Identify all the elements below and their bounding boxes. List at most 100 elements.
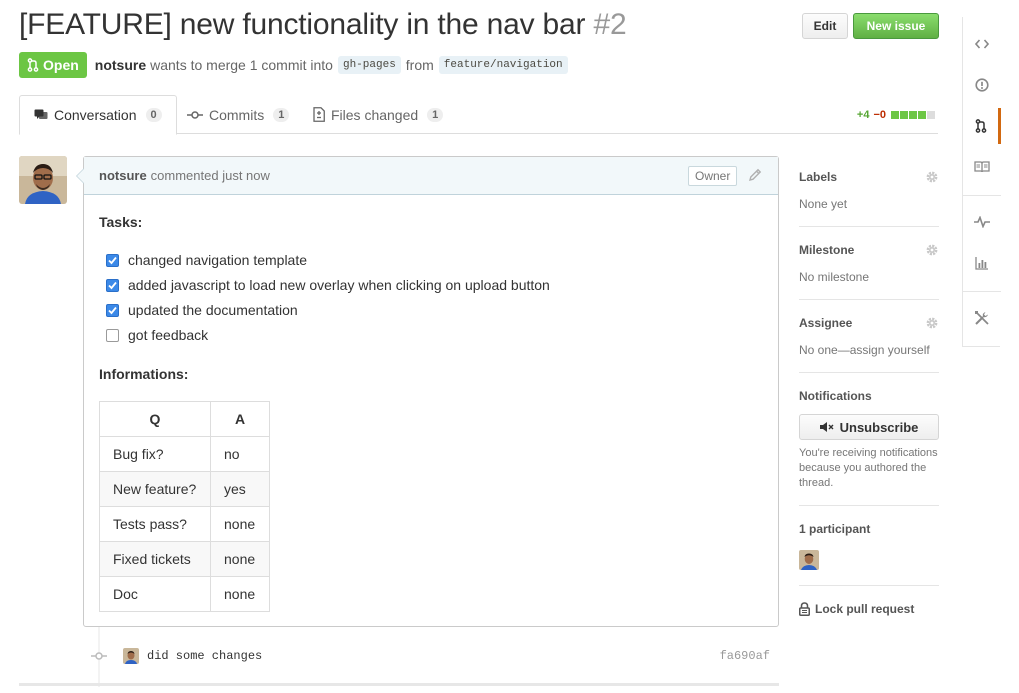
repo-nav-issues[interactable] bbox=[963, 67, 1001, 103]
repo-nav-pulse[interactable] bbox=[963, 204, 1001, 240]
table-row: Fixed tickets none bbox=[99, 541, 270, 577]
assignee-value[interactable]: No one—assign yourself bbox=[799, 343, 939, 357]
repo-nav-graphs[interactable] bbox=[963, 245, 1001, 281]
commit-author-avatar[interactable] bbox=[123, 648, 139, 664]
timeline-divider bbox=[19, 683, 779, 686]
repo-nav-pull-requests[interactable] bbox=[963, 108, 1001, 144]
task-checkbox[interactable] bbox=[106, 303, 119, 317]
code-icon bbox=[975, 39, 989, 49]
comment-header: notsure commented just now Owner bbox=[84, 157, 778, 195]
commit-message[interactable]: did some changes bbox=[147, 649, 262, 663]
git-commit-icon bbox=[187, 110, 203, 120]
labels-value: None yet bbox=[799, 197, 848, 211]
task-checkbox[interactable] bbox=[106, 253, 119, 267]
author-avatar[interactable] bbox=[19, 156, 67, 204]
task-checkbox[interactable] bbox=[106, 278, 119, 292]
tab-counter: 0 bbox=[145, 108, 162, 122]
repo-nav bbox=[962, 17, 1001, 347]
tab-label: Conversation bbox=[54, 107, 137, 123]
tab-conversation[interactable]: Conversation 0 bbox=[19, 95, 177, 135]
sidebar-milestone: Milestone No milestone bbox=[799, 243, 939, 284]
lock-pull-request-link[interactable]: Lock pull request bbox=[799, 602, 914, 616]
comment-discussion-icon bbox=[34, 108, 48, 122]
assignee-gear-icon[interactable] bbox=[925, 316, 939, 333]
from-text: from bbox=[405, 57, 434, 73]
qa-table: Q A Bug fix? no New feature? yes Tests p… bbox=[99, 401, 270, 612]
commit-sha[interactable]: fa690af bbox=[720, 649, 770, 663]
repo-nav-divider bbox=[963, 291, 1001, 292]
sidebar-participants: 1 participant bbox=[799, 522, 939, 536]
new-issue-button[interactable]: New issue bbox=[853, 13, 939, 39]
comment-author[interactable]: notsure bbox=[99, 168, 147, 183]
diffstat-block-added bbox=[900, 111, 908, 119]
sidebar-divider bbox=[799, 505, 939, 506]
sidebar-notifications: Notifications bbox=[799, 389, 939, 403]
state-badge: Open bbox=[19, 52, 87, 78]
task-item: changed navigation template bbox=[106, 251, 307, 269]
pr-author-link[interactable]: notsure bbox=[95, 57, 146, 73]
table-row: Tests pass? none bbox=[99, 506, 270, 542]
unsubscribe-label: Unsubscribe bbox=[839, 419, 919, 435]
table-cell: no bbox=[210, 436, 270, 472]
task-item: updated the documentation bbox=[106, 301, 298, 319]
info-heading: Informations: bbox=[99, 366, 189, 382]
diffstat-block-added bbox=[909, 111, 917, 119]
sidebar-divider bbox=[799, 585, 939, 586]
milestone-gear-icon[interactable] bbox=[925, 243, 939, 260]
head-branch[interactable]: feature/navigation bbox=[438, 56, 568, 74]
table-header-row: Q A bbox=[99, 401, 270, 437]
labels-gear-icon[interactable] bbox=[925, 170, 939, 187]
diffstat: +4 −0 bbox=[857, 109, 935, 121]
repo-nav-code[interactable] bbox=[963, 26, 1001, 62]
owner-badge: Owner bbox=[688, 166, 738, 186]
tab-counter: 1 bbox=[273, 107, 290, 122]
state-label: Open bbox=[43, 57, 79, 73]
lock-icon bbox=[799, 602, 810, 616]
tab-files-changed[interactable]: Files changed 1 bbox=[299, 95, 457, 134]
lock-label: Lock pull request bbox=[815, 602, 915, 616]
table-cell: none bbox=[210, 541, 270, 577]
book-icon bbox=[974, 161, 990, 173]
table-cell: Fixed tickets bbox=[99, 541, 211, 577]
diffstat-block-added bbox=[891, 111, 899, 119]
pencil-icon[interactable] bbox=[748, 168, 762, 185]
tab-label: Commits bbox=[209, 106, 265, 123]
git-pull-request-icon bbox=[975, 119, 986, 133]
pr-tabs: Conversation 0 Commits 1 Files changed 1… bbox=[19, 95, 938, 135]
tab-commits[interactable]: Commits 1 bbox=[173, 95, 303, 134]
diffstat-additions: +4 bbox=[856, 109, 870, 121]
table-cell: none bbox=[210, 576, 270, 612]
file-diff-icon bbox=[313, 107, 325, 122]
table-cell: New feature? bbox=[99, 471, 211, 507]
participants-title: 1 participant bbox=[799, 522, 871, 536]
pr-number: #2 bbox=[593, 8, 627, 41]
repo-nav-divider bbox=[963, 195, 1001, 196]
table-cell: Doc bbox=[99, 576, 211, 612]
repo-nav-wiki[interactable] bbox=[963, 149, 1001, 185]
git-pull-request-icon bbox=[27, 58, 39, 72]
table-cell: Tests pass? bbox=[99, 506, 211, 542]
assignee-title: Assignee bbox=[799, 316, 853, 330]
pr-title: [FEATURE] new functionality in the nav b… bbox=[19, 8, 627, 42]
sidebar-divider bbox=[799, 226, 939, 227]
task-checkbox[interactable] bbox=[106, 328, 119, 342]
task-text: added javascript to load new overlay whe… bbox=[128, 277, 550, 293]
sidebar-assignee: Assignee No one—assign yourself bbox=[799, 316, 939, 357]
notifications-note: You're receiving notifications because y… bbox=[799, 447, 938, 489]
labels-title: Labels bbox=[799, 170, 838, 184]
base-branch[interactable]: gh-pages bbox=[337, 56, 401, 74]
pr-meta: Open notsure wants to merge 1 commit int… bbox=[19, 52, 573, 78]
task-text: changed navigation template bbox=[128, 252, 308, 268]
participant-avatar[interactable] bbox=[799, 550, 819, 570]
diffstat-deletions: −0 bbox=[873, 109, 886, 121]
milestone-title: Milestone bbox=[799, 243, 855, 257]
unsubscribe-button[interactable]: Unsubscribe bbox=[799, 414, 939, 440]
commit-row: did some changes fa690af bbox=[90, 646, 779, 666]
edit-button[interactable]: Edit bbox=[802, 13, 848, 39]
diffstat-block-added bbox=[918, 111, 926, 119]
sidebar-divider bbox=[799, 372, 939, 373]
task-item: got feedback bbox=[106, 326, 208, 344]
repo-nav-settings[interactable] bbox=[963, 300, 1001, 336]
pr-title-text: [FEATURE] new functionality in the nav b… bbox=[19, 8, 586, 41]
table-row: Doc none bbox=[99, 576, 270, 612]
